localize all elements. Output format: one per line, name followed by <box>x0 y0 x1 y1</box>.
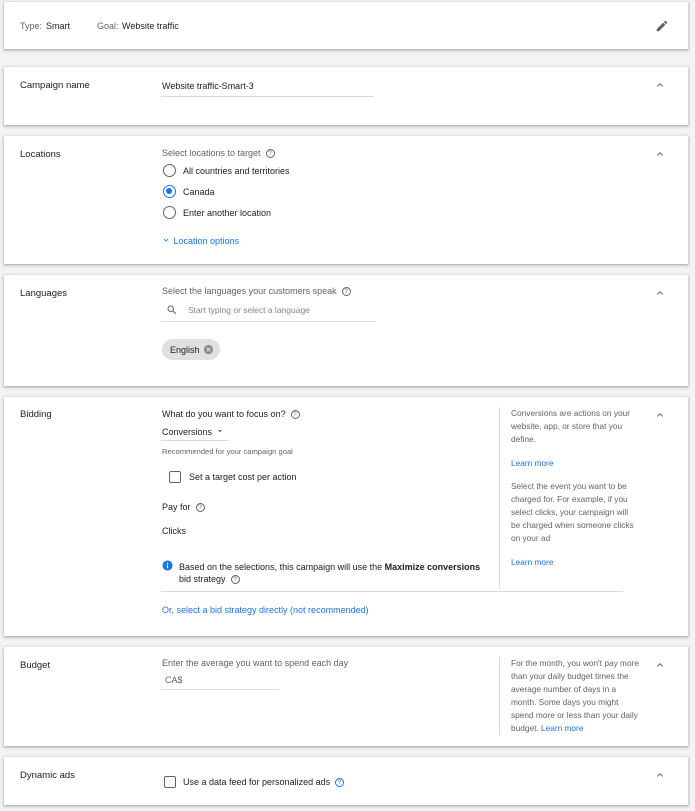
edit-pencil-icon[interactable] <box>655 19 669 33</box>
dynamic-ads-card: Dynamic ads Use a data feed for personal… <box>4 757 688 805</box>
goal-value: Website traffic <box>122 21 179 31</box>
bid-strategy-info: Based on the selections, this campaign w… <box>179 562 481 584</box>
collapse-chevron-icon[interactable] <box>654 287 666 299</box>
type-value: Smart <box>46 21 71 31</box>
option-all-countries-label: All countries and territories <box>183 166 290 176</box>
language-search-input[interactable]: Start typing or select a language <box>188 305 310 315</box>
budget-card: Budget Enter the average you want to spe… <box>4 647 688 746</box>
goal-label: Goal: <box>97 21 119 31</box>
radio-canada[interactable] <box>163 185 176 198</box>
budget-input-underline <box>161 689 279 690</box>
focus-dropdown-underline <box>161 440 229 441</box>
language-search-underline <box>161 321 376 322</box>
collapse-chevron-icon[interactable] <box>654 409 666 421</box>
collapse-chevron-icon[interactable] <box>654 769 666 781</box>
locations-title: Locations <box>20 149 61 160</box>
help-icon[interactable]: ? <box>230 575 240 584</box>
side-divider <box>499 407 500 589</box>
target-cpa-label: Set a target cost per action <box>189 472 297 482</box>
learn-more-link[interactable]: Learn more <box>541 723 583 733</box>
chevron-down-icon <box>163 238 169 242</box>
help-icon[interactable]: ? <box>265 149 275 158</box>
chip-remove-icon[interactable] <box>203 344 214 355</box>
target-cpa-checkbox[interactable] <box>169 471 181 483</box>
data-feed-checkbox[interactable] <box>164 776 176 788</box>
campaign-name-title: Campaign name <box>20 80 90 91</box>
locations-card: Locations Select locations to target? Al… <box>4 136 688 264</box>
help-icon[interactable]: ? <box>290 410 300 419</box>
bidding-title: Bidding <box>20 409 52 420</box>
select-bid-strategy-link[interactable]: Or, select a bid strategy directly (not … <box>162 605 369 615</box>
budget-help-text: For the month, you won't pay more than yo… <box>511 658 639 733</box>
radio-all-countries[interactable] <box>163 164 176 177</box>
collapse-chevron-icon[interactable] <box>654 659 666 671</box>
budget-amount-input[interactable]: CA$ <box>165 675 183 685</box>
campaign-name-card: Campaign name Website traffic-Smart-3 <box>4 67 688 125</box>
languages-title: Languages <box>20 288 68 299</box>
locations-prompt: Select locations to target? <box>162 148 275 158</box>
pay-for-value: Clicks <box>162 526 186 536</box>
focus-question: What do you want to focus on?? <box>162 409 300 419</box>
search-icon <box>167 305 177 315</box>
languages-card: Languages Select the languages your cust… <box>4 275 688 386</box>
radio-another-location[interactable] <box>163 206 176 219</box>
option-another-location-label: Enter another location <box>183 208 272 218</box>
language-chip-english: English <box>162 339 220 360</box>
pay-for-label: Pay for? <box>162 502 205 512</box>
help-icon[interactable]: ? <box>195 503 205 512</box>
option-canada-label: Canada <box>183 187 215 197</box>
dynamic-ads-title: Dynamic ads <box>20 770 75 781</box>
chip-label: English <box>170 345 200 355</box>
bidding-card: Bidding What do you want to focus on?? C… <box>4 397 688 636</box>
type-label: Type: <box>20 21 43 31</box>
learn-more-link[interactable]: Learn more <box>511 458 553 468</box>
focus-hint: Recommended for your campaign goal <box>162 447 293 456</box>
data-feed-label: Use a data feed for personalized ads? <box>183 777 345 787</box>
conversions-help-text: Conversions are actions on your website, … <box>511 408 630 444</box>
collapse-chevron-icon[interactable] <box>654 79 666 91</box>
help-icon[interactable]: ? <box>335 778 345 787</box>
side-divider <box>499 657 500 735</box>
pay-for-help-text: Select the event you want to be charged f… <box>511 481 634 543</box>
focus-dropdown[interactable]: Conversions <box>162 426 225 437</box>
learn-more-link[interactable]: Learn more <box>511 557 553 567</box>
collapse-chevron-icon[interactable] <box>654 148 666 160</box>
help-icon[interactable]: ? <box>341 287 351 296</box>
dropdown-arrow-icon <box>217 430 223 433</box>
location-options-link[interactable]: Location options <box>161 235 239 246</box>
campaign-name-underline <box>161 96 374 97</box>
campaign-name-input[interactable]: Website traffic-Smart-3 <box>162 81 254 91</box>
info-divider <box>161 591 623 592</box>
info-icon <box>162 560 173 571</box>
budget-prompt: Enter the average you want to spend each… <box>162 658 349 668</box>
budget-title: Budget <box>20 660 51 671</box>
campaign-summary-card: Type: Smart Goal: Website traffic <box>4 2 688 49</box>
languages-prompt: Select the languages your customers spea… <box>162 286 351 296</box>
